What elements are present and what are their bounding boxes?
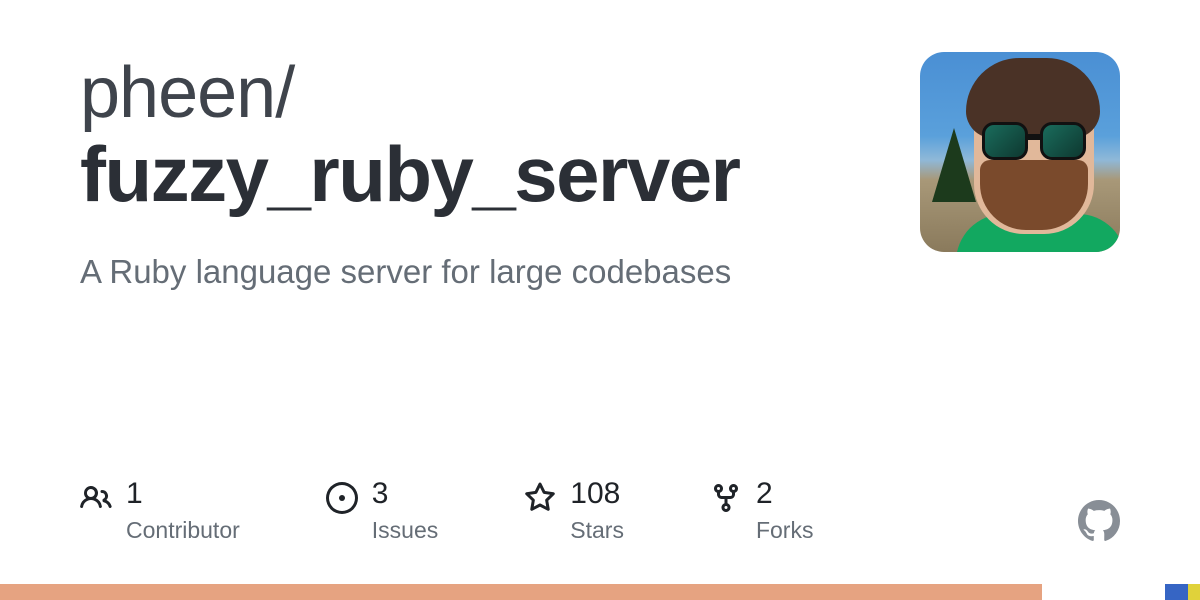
avatar[interactable] (920, 52, 1120, 252)
language-segment (1188, 584, 1200, 600)
repo-name[interactable]: fuzzy_ruby_server (80, 134, 920, 216)
github-logo-icon[interactable] (1078, 500, 1120, 542)
contributors-label: Contributor (126, 517, 240, 544)
star-icon (524, 482, 556, 514)
issue-icon (326, 482, 358, 514)
owner-name: pheen (80, 53, 275, 133)
language-segment (1042, 584, 1166, 600)
stat-stars[interactable]: 108 Stars (524, 479, 624, 544)
fork-icon (710, 482, 742, 514)
repo-owner[interactable]: pheen/ (80, 56, 920, 132)
contributors-value: 1 (126, 479, 240, 509)
language-segment (0, 584, 1042, 600)
stat-contributors[interactable]: 1 Contributor (80, 479, 240, 544)
language-stripe (0, 584, 1200, 600)
owner-slash: / (275, 53, 294, 133)
stat-forks[interactable]: 2 Forks (710, 479, 814, 544)
forks-value: 2 (756, 479, 814, 509)
repo-description: A Ruby language server for large codebas… (80, 251, 920, 294)
language-segment (1165, 584, 1188, 600)
stars-label: Stars (570, 517, 624, 544)
stat-issues[interactable]: 3 Issues (326, 479, 438, 544)
repo-title-block: pheen/ fuzzy_ruby_server A Ruby language… (80, 52, 920, 294)
issues-label: Issues (372, 517, 438, 544)
issues-value: 3 (372, 479, 438, 509)
people-icon (80, 482, 112, 514)
stars-value: 108 (570, 479, 624, 509)
forks-label: Forks (756, 517, 814, 544)
stats-row: 1 Contributor 3 Issues 108 Stars (80, 479, 1120, 600)
